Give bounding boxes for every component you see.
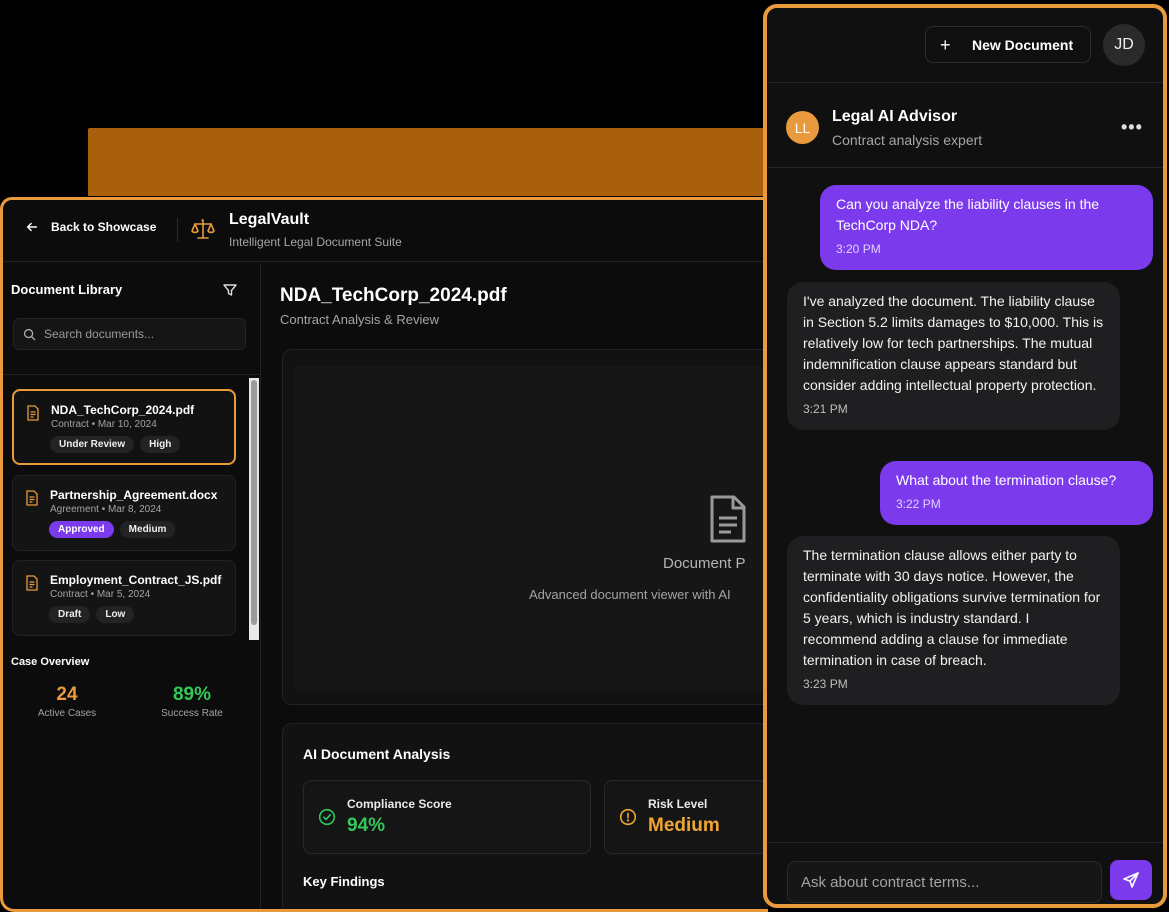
ai-analysis-panel: AI Document Analysis Compliance Score 94… — [282, 723, 768, 909]
chat-input[interactable] — [788, 862, 1101, 902]
search-input[interactable] — [44, 319, 239, 349]
orange-backdrop-strip — [88, 128, 766, 196]
document-name: Partnership_Agreement.docx — [50, 488, 218, 502]
new-document-label: New Document — [972, 37, 1074, 53]
document-library-title: Document Library — [11, 282, 123, 297]
more-options-icon[interactable]: ••• — [1121, 117, 1143, 138]
chat-message-user: What about the termination clause? 3:22 … — [880, 461, 1153, 525]
chat-message-ai: I've analyzed the document. The liabilit… — [787, 282, 1120, 430]
check-circle-icon — [318, 808, 336, 826]
arrow-left-icon — [26, 222, 38, 232]
status-badge: Draft — [49, 606, 91, 623]
risk-value: Medium — [648, 815, 720, 836]
document-item-partnership[interactable]: Partnership_Agreement.docx Agreement • M… — [12, 475, 236, 551]
search-icon — [23, 328, 36, 341]
file-text-icon — [26, 490, 38, 506]
document-subtitle: Contract Analysis & Review — [280, 312, 439, 327]
message-text: I've analyzed the document. The liabilit… — [803, 293, 1104, 393]
compliance-value: 94% — [347, 815, 386, 836]
document-item-employment[interactable]: Employment_Contract_JS.pdf Contract • Ma… — [12, 560, 236, 636]
priority-badge: Medium — [119, 521, 176, 538]
document-icon — [710, 495, 746, 543]
top-bar: Back to Showcase LegalVault Intelligent … — [3, 200, 768, 262]
main-content: NDA_TechCorp_2024.pdf Contract Analysis … — [262, 263, 768, 909]
plus-icon: + — [940, 35, 951, 55]
file-text-icon — [26, 575, 38, 591]
document-list-scrollbar[interactable] — [249, 378, 259, 640]
risk-label: Risk Level — [648, 797, 708, 811]
brand-title: LegalVault — [229, 211, 310, 228]
document-item-nda[interactable]: NDA_TechCorp_2024.pdf Contract • Mar 10,… — [12, 389, 236, 465]
divider — [177, 218, 178, 242]
chat-window: + New Document JD LL Legal AI Advisor Co… — [763, 4, 1167, 908]
analysis-title: AI Document Analysis — [303, 746, 451, 762]
message-text: What about the termination clause? — [896, 472, 1117, 488]
message-time: 3:21 PM — [803, 402, 848, 416]
legalvault-window: Back to Showcase LegalVault Intelligent … — [0, 197, 768, 912]
viewer-title: Document P — [663, 555, 746, 572]
send-button[interactable] — [1110, 860, 1152, 900]
case-overview-title: Case Overview — [11, 656, 90, 668]
message-time: 3:20 PM — [836, 242, 881, 256]
divider — [3, 374, 261, 375]
chat-message-user: Can you analyze the liability clauses in… — [820, 185, 1153, 270]
priority-badge: Low — [96, 606, 135, 623]
search-box — [13, 318, 246, 350]
compliance-label: Compliance Score — [347, 797, 452, 811]
send-icon — [1123, 872, 1139, 888]
compliance-score-card: Compliance Score 94% — [303, 780, 591, 854]
chat-message-ai: The termination clause allows either par… — [787, 536, 1120, 705]
back-label: Back to Showcase — [51, 220, 157, 234]
message-time: 3:23 PM — [803, 677, 848, 691]
document-meta: Contract • Mar 5, 2024 — [50, 589, 151, 600]
chat-composer — [767, 842, 1163, 904]
advisor-name: Legal AI Advisor — [832, 108, 958, 125]
advisor-header: LL Legal AI Advisor Contract analysis ex… — [767, 84, 1163, 168]
back-to-showcase-button[interactable]: Back to Showcase — [25, 220, 156, 234]
document-name: NDA_TechCorp_2024.pdf — [51, 403, 195, 417]
document-meta: Contract • Mar 10, 2024 — [51, 419, 157, 430]
message-text: Can you analyze the liability clauses in… — [836, 196, 1100, 233]
document-name: Employment_Contract_JS.pdf — [50, 573, 222, 587]
success-rate-label: Success Rate — [161, 708, 223, 719]
viewer-canvas — [295, 366, 768, 692]
active-cases-label: Active Cases — [37, 708, 97, 719]
advisor-role: Contract analysis expert — [832, 132, 983, 148]
scrollbar-thumb[interactable] — [251, 380, 257, 625]
scales-icon — [191, 219, 215, 239]
viewer-subtitle: Advanced document viewer with AI — [529, 587, 731, 602]
user-avatar[interactable]: JD — [1103, 24, 1145, 66]
success-rate-value: 89% — [172, 684, 212, 705]
risk-level-card: Risk Level Medium — [604, 780, 768, 854]
chat-top-bar: + New Document JD — [767, 8, 1163, 83]
brand-subtitle: Intelligent Legal Document Suite — [229, 235, 402, 249]
status-badge: Under Review — [50, 436, 135, 453]
new-document-button[interactable]: + New Document — [925, 26, 1091, 63]
active-cases-value: 24 — [56, 684, 78, 705]
priority-badge: High — [140, 436, 181, 453]
file-text-icon — [27, 405, 39, 421]
success-rate-stat: 89% Success Rate — [153, 684, 231, 719]
document-viewer — [282, 349, 768, 705]
active-cases-stat: 24 Active Cases — [31, 684, 103, 719]
document-title: NDA_TechCorp_2024.pdf — [280, 285, 507, 306]
alert-circle-icon — [619, 808, 637, 826]
message-text: The termination clause allows either par… — [803, 547, 1101, 668]
document-meta: Agreement • Mar 8, 2024 — [50, 504, 162, 515]
status-badge: Approved — [49, 521, 114, 538]
key-findings-title: Key Findings — [303, 874, 385, 889]
chat-input-box — [787, 861, 1102, 903]
advisor-avatar: LL — [786, 111, 819, 144]
filter-icon[interactable] — [222, 282, 238, 298]
document-sidebar: Document Library NDA_TechCorp_2024.pdf C… — [3, 263, 261, 909]
message-time: 3:22 PM — [896, 497, 941, 511]
